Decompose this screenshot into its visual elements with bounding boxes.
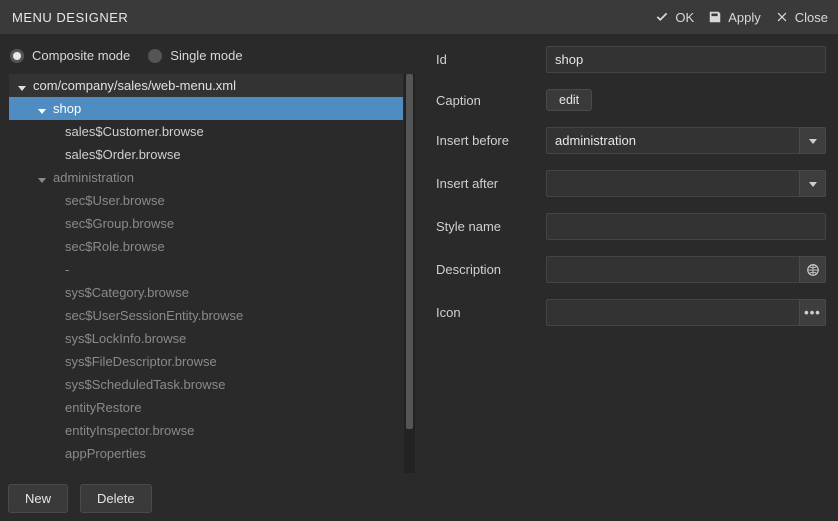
label-style-name: Style name bbox=[436, 219, 536, 234]
insert-before-combo[interactable] bbox=[546, 127, 826, 154]
tree-item[interactable]: entityInspector.browse bbox=[9, 419, 403, 442]
tree-root-label: com/company/sales/web-menu.xml bbox=[33, 78, 236, 93]
label-caption: Caption bbox=[436, 93, 536, 108]
tree-item-label: sec$Role.browse bbox=[65, 239, 165, 254]
tree-item[interactable]: shop bbox=[9, 97, 403, 120]
properties-form: Id Caption edit Insert before Insert aft… bbox=[436, 46, 826, 326]
id-input[interactable] bbox=[546, 46, 826, 73]
close-icon bbox=[775, 10, 789, 24]
field-id bbox=[546, 46, 826, 73]
tree-item[interactable]: sys$LockInfo.browse bbox=[9, 327, 403, 350]
tree-item-label: administration bbox=[53, 170, 134, 185]
insert-before-dropdown[interactable] bbox=[799, 127, 826, 154]
tree-item-label: appProperties bbox=[65, 446, 146, 461]
insert-after-combo[interactable] bbox=[546, 170, 826, 197]
tree-buttons: New Delete bbox=[8, 474, 416, 513]
field-caption: edit bbox=[546, 89, 826, 111]
scrollbar-thumb[interactable] bbox=[406, 74, 413, 429]
tree-item[interactable]: sys$ScheduledTask.browse bbox=[9, 373, 403, 396]
scrollbar[interactable] bbox=[404, 74, 415, 473]
globe-icon bbox=[806, 263, 820, 277]
description-input[interactable] bbox=[546, 256, 799, 283]
properties-panel: Id Caption edit Insert before Insert aft… bbox=[422, 38, 838, 521]
tree-item-label: sys$ScheduledTask.browse bbox=[65, 377, 225, 392]
label-id: Id bbox=[436, 52, 536, 67]
radio-single-label: Single mode bbox=[170, 48, 242, 63]
field-style-name bbox=[546, 213, 826, 240]
radio-composite-label: Composite mode bbox=[32, 48, 130, 63]
tree-item-label: sales$Customer.browse bbox=[65, 124, 204, 139]
tree-item-label: entityRestore bbox=[65, 400, 142, 415]
tree-item-label: sec$UserSessionEntity.browse bbox=[65, 308, 243, 323]
tree-item[interactable]: entityRestore bbox=[9, 396, 403, 419]
new-button[interactable]: New bbox=[8, 484, 68, 513]
tree-item-label: sec$User.browse bbox=[65, 193, 165, 208]
insert-after-dropdown[interactable] bbox=[799, 170, 826, 197]
tree-item-label: sec$Group.browse bbox=[65, 216, 174, 231]
tree-item[interactable]: sec$UserSessionEntity.browse bbox=[9, 304, 403, 327]
close-button[interactable]: Close bbox=[775, 10, 828, 25]
icon-field: ••• bbox=[546, 299, 826, 326]
tree-item-label: entityInspector.browse bbox=[65, 423, 194, 438]
check-icon bbox=[655, 10, 669, 24]
caret-down-icon bbox=[17, 81, 27, 91]
description-field bbox=[546, 256, 826, 283]
radio-dot-icon bbox=[148, 49, 162, 63]
description-globe-button[interactable] bbox=[799, 256, 826, 283]
field-insert-before bbox=[546, 127, 826, 154]
delete-button[interactable]: Delete bbox=[80, 484, 152, 513]
chevron-down-icon bbox=[808, 136, 818, 146]
label-insert-before: Insert before bbox=[436, 133, 536, 148]
tree-item-label: sys$Category.browse bbox=[65, 285, 189, 300]
apply-label: Apply bbox=[728, 10, 761, 25]
tree-item[interactable]: sec$User.browse bbox=[9, 189, 403, 212]
caret-down-icon bbox=[37, 173, 47, 183]
tree-item[interactable]: sec$Role.browse bbox=[9, 235, 403, 258]
tree-item-label: shop bbox=[53, 101, 81, 116]
tree-item[interactable]: sys$Category.browse bbox=[9, 281, 403, 304]
field-icon: ••• bbox=[546, 299, 826, 326]
window-title: MENU DESIGNER bbox=[12, 10, 655, 25]
tree-item-label: - bbox=[65, 262, 69, 277]
icon-browse-button[interactable]: ••• bbox=[799, 299, 826, 326]
save-icon bbox=[708, 10, 722, 24]
tree-item[interactable]: sales$Customer.browse bbox=[9, 120, 403, 143]
label-insert-after: Insert after bbox=[436, 176, 536, 191]
radio-single-mode[interactable]: Single mode bbox=[148, 48, 242, 63]
insert-after-input[interactable] bbox=[546, 170, 799, 197]
titlebar-actions: OK Apply Close bbox=[655, 10, 828, 25]
tree-item[interactable]: sales$Order.browse bbox=[9, 143, 403, 166]
close-label: Close bbox=[795, 10, 828, 25]
left-panel: Composite mode Single mode com/company/s… bbox=[0, 38, 422, 521]
apply-button[interactable]: Apply bbox=[708, 10, 761, 25]
label-description: Description bbox=[436, 262, 536, 277]
tree-item[interactable]: sec$Group.browse bbox=[9, 212, 403, 235]
caret-down-icon bbox=[37, 104, 47, 114]
menu-tree[interactable]: com/company/sales/web-menu.xml shop sales$… bbox=[9, 74, 415, 473]
chevron-down-icon bbox=[808, 179, 818, 189]
ok-label: OK bbox=[675, 10, 694, 25]
field-description bbox=[546, 256, 826, 283]
label-icon: Icon bbox=[436, 305, 536, 320]
radio-dot-icon bbox=[10, 49, 24, 63]
tree-item[interactable]: appProperties bbox=[9, 442, 403, 465]
style-name-input[interactable] bbox=[546, 213, 826, 240]
tree-item-label: sys$FileDescriptor.browse bbox=[65, 354, 217, 369]
content: Composite mode Single mode com/company/s… bbox=[0, 34, 838, 521]
tree-container: com/company/sales/web-menu.xml shop sales$… bbox=[8, 73, 416, 474]
ok-button[interactable]: OK bbox=[655, 10, 694, 25]
tree-root[interactable]: com/company/sales/web-menu.xml bbox=[9, 74, 403, 97]
tree-item-label: sys$LockInfo.browse bbox=[65, 331, 186, 346]
tree-item-label: sales$Order.browse bbox=[65, 147, 181, 162]
tree-item[interactable]: sys$FileDescriptor.browse bbox=[9, 350, 403, 373]
tree-item[interactable]: administration bbox=[9, 166, 403, 189]
mode-switch: Composite mode Single mode bbox=[8, 42, 416, 73]
radio-composite-mode[interactable]: Composite mode bbox=[10, 48, 130, 63]
insert-before-input[interactable] bbox=[546, 127, 799, 154]
icon-input[interactable] bbox=[546, 299, 799, 326]
field-insert-after bbox=[546, 170, 826, 197]
caption-edit-button[interactable]: edit bbox=[546, 89, 592, 111]
tree-item[interactable]: - bbox=[9, 258, 403, 281]
titlebar: MENU DESIGNER OK Apply Close bbox=[0, 0, 838, 34]
